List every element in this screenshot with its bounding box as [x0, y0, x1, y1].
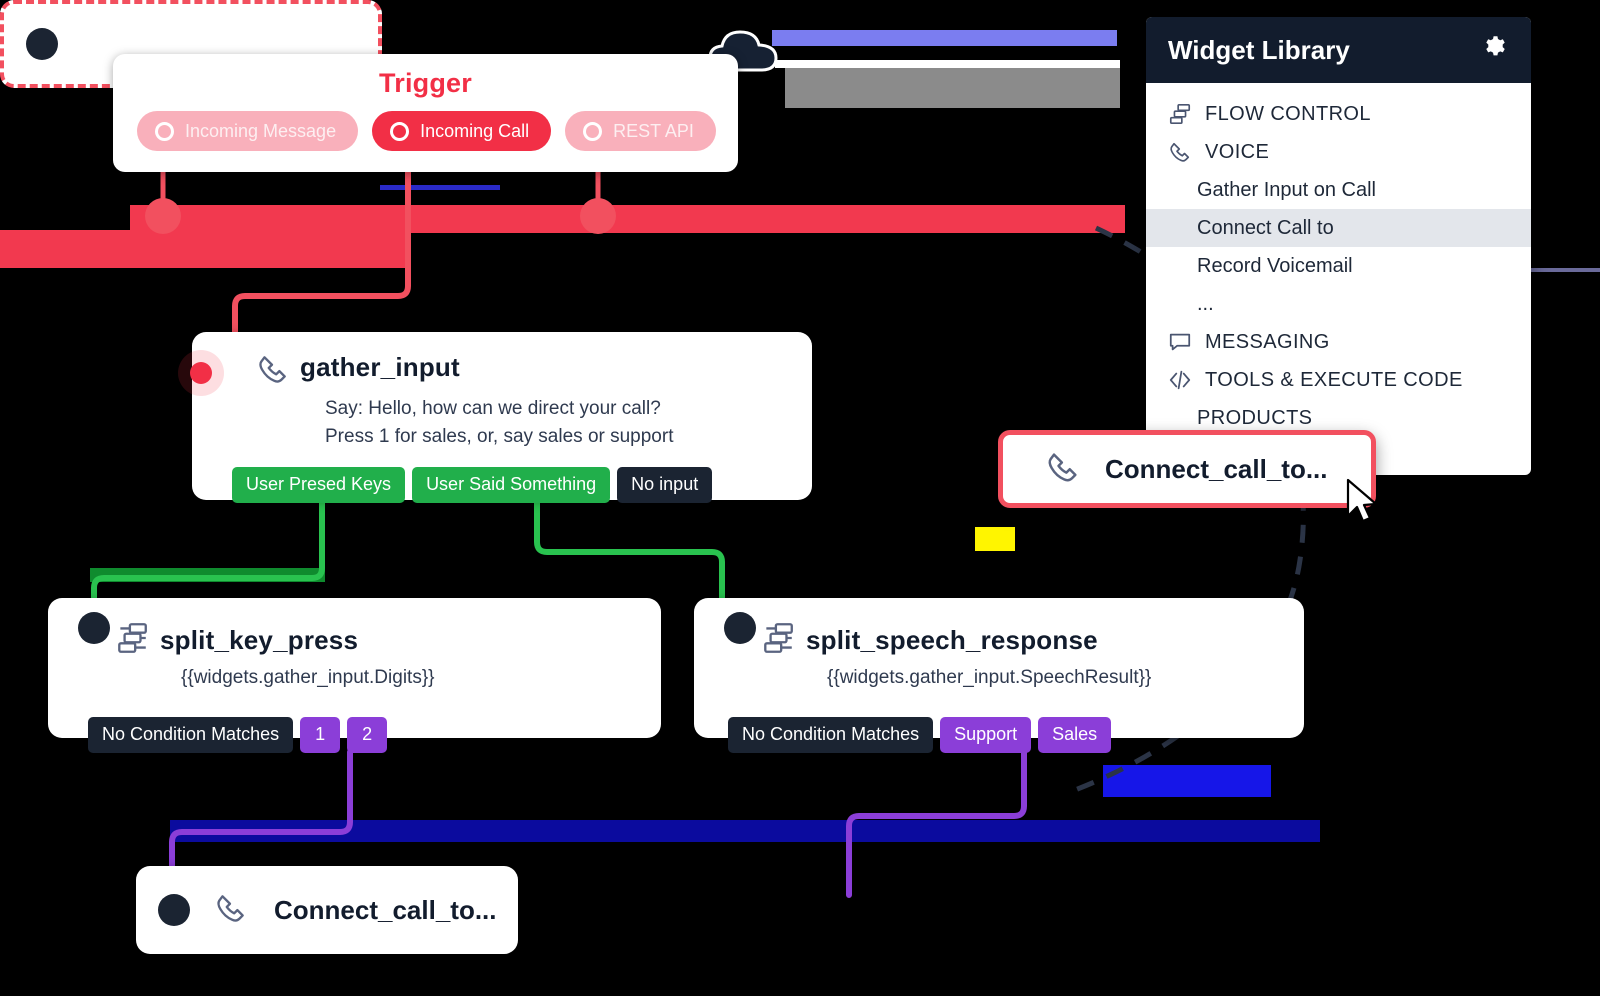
trigger-pill-label: Incoming Call [420, 120, 530, 141]
transition-no-condition-matches[interactable]: No Condition Matches [88, 717, 294, 753]
radio-icon [155, 121, 174, 141]
node-title: Connect_call_to... [1105, 453, 1328, 484]
radio-icon [390, 121, 410, 141]
drop-target-body [4, 4, 378, 84]
node-input-port[interactable] [78, 612, 110, 644]
widget-category-tools-execute-code[interactable]: TOOLS & EXECUTE CODE [1146, 361, 1531, 399]
node-title: Connect_call_to... [274, 894, 497, 925]
flow-control-icon [114, 620, 160, 661]
widget-library-header: Widget Library [1146, 17, 1531, 83]
node-input-port[interactable] [158, 894, 190, 926]
widget-category-label: MESSAGING [1205, 330, 1330, 353]
connect-call-to-node[interactable]: Connect_call_to... [136, 866, 518, 954]
node-header: split_key_press [48, 598, 661, 661]
split-speech-response-transitions: No Condition Matches Support Sales [728, 717, 1112, 753]
chat-icon [1168, 330, 1192, 354]
trigger-pill-row: Incoming Message Incoming Call REST API [113, 99, 738, 151]
transition-no-condition-matches[interactable]: No Condition Matches [728, 717, 934, 753]
widget-category-messaging[interactable]: MESSAGING [1146, 323, 1531, 361]
node-title: split_speech_response [806, 625, 1098, 655]
trigger-pill-incoming-message[interactable]: Incoming Message [137, 111, 359, 151]
widget-item-more[interactable]: ... [1146, 285, 1531, 323]
widget-category-label: TOOLS & EXECUTE CODE [1205, 368, 1463, 391]
widget-item-label: Gather Input on Call [1197, 178, 1376, 201]
widget-library-panel[interactable]: Widget Library FLOW CONTROL VOICE Gather… [1146, 17, 1531, 475]
transition-user-pressed-keys[interactable]: User Presed Keys [232, 467, 406, 503]
transition-support[interactable]: Support [940, 717, 1032, 753]
gear-icon[interactable] [1482, 34, 1509, 66]
widget-library-title: Widget Library [1168, 34, 1350, 65]
node-title: split_key_press [160, 625, 359, 655]
widget-item-label: Record Voicemail [1197, 254, 1353, 277]
widget-library-list: FLOW CONTROL VOICE Gather Input on Call … [1146, 83, 1531, 437]
gather-input-say-line: Say: Hello, how can we direct your call? [325, 398, 661, 419]
phone-icon [214, 891, 258, 930]
mouse-cursor [1346, 478, 1378, 523]
widget-item-gather-input-on-call[interactable]: Gather Input on Call [1146, 171, 1531, 209]
phone-icon [256, 352, 300, 391]
radio-icon [583, 121, 603, 141]
flow-control-icon [760, 620, 806, 661]
drop-target-node[interactable] [0, 0, 382, 88]
widget-category-voice[interactable]: VOICE [1146, 133, 1531, 171]
widget-item-connect-call-to[interactable]: Connect Call to [1146, 209, 1531, 247]
widget-category-flow-control[interactable]: FLOW CONTROL [1146, 95, 1531, 133]
split-key-press-transitions: No Condition Matches 1 2 [88, 717, 388, 753]
transition-user-said-something[interactable]: User Said Something [412, 467, 611, 503]
gather-input-press-line: Press 1 for sales, or, say sales or supp… [325, 426, 674, 448]
node-title: gather_input [300, 352, 460, 382]
widget-category-label: VOICE [1205, 140, 1270, 163]
node-header: gather_input [178, 332, 812, 396]
trigger-pill-rest-api[interactable]: REST API [565, 111, 716, 151]
dragged-connect-call-to-node[interactable]: Connect_call_to... [998, 430, 1376, 508]
node-header: Connect_call_to... [136, 866, 518, 954]
node-input-port[interactable] [26, 28, 58, 60]
flow-canvas: Trigger Incoming Message Incoming Call R… [0, 0, 1600, 996]
widget-item-record-voicemail[interactable]: Record Voicemail [1146, 247, 1531, 285]
transition-digit-2[interactable]: 2 [347, 717, 388, 753]
transition-digit-1[interactable]: 1 [300, 717, 341, 753]
widget-category-label: FLOW CONTROL [1205, 102, 1371, 125]
trigger-pill-label: Incoming Message [185, 120, 337, 141]
node-input-port[interactable] [178, 350, 224, 396]
widget-item-label: Connect Call to [1197, 216, 1334, 239]
trigger-pill-incoming-call[interactable]: Incoming Call [372, 111, 552, 151]
widget-category-label: PRODUCTS [1197, 406, 1313, 429]
gather-input-transitions: User Presed Keys User Said Something No … [232, 467, 713, 503]
phone-icon [1045, 449, 1089, 490]
widget-item-label: ... [1197, 292, 1214, 315]
transition-sales[interactable]: Sales [1038, 717, 1112, 753]
split-key-press-expression: {{widgets.gather_input.Digits}} [181, 667, 435, 688]
split-speech-response-expression: {{widgets.gather_input.SpeechResult}} [827, 667, 1152, 688]
node-input-port[interactable] [724, 612, 756, 644]
phone-icon [1168, 140, 1192, 164]
code-icon [1168, 368, 1192, 392]
flow-control-icon [1168, 102, 1192, 126]
transition-no-input[interactable]: No input [617, 467, 713, 503]
trigger-pill-label: REST API [613, 120, 694, 141]
node-header: split_speech_response [694, 598, 1304, 661]
